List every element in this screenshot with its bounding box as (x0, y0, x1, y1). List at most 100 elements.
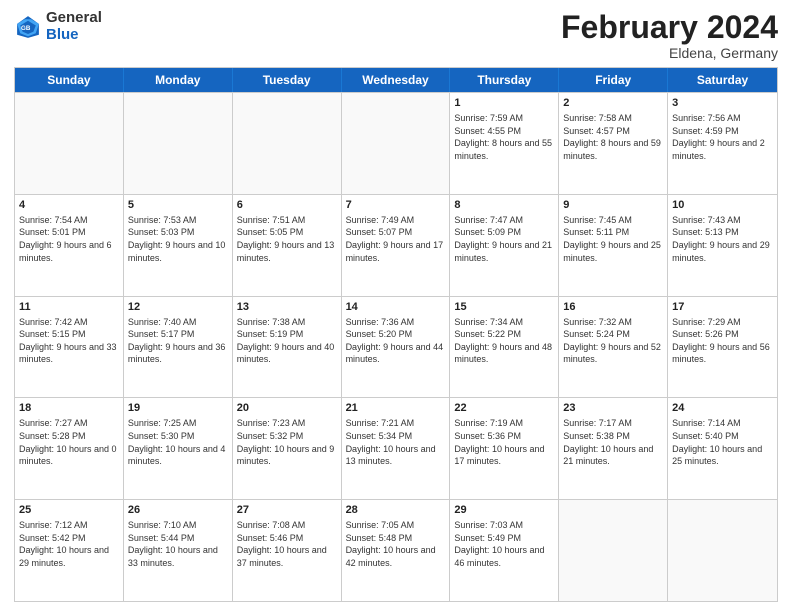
day-number: 24 (672, 401, 773, 416)
day-number: 13 (237, 300, 337, 315)
day-number: 23 (563, 401, 663, 416)
day-info: Sunrise: 7:29 AM Sunset: 5:26 PM Dayligh… (672, 316, 773, 366)
day-cell-28: 28Sunrise: 7:05 AM Sunset: 5:48 PM Dayli… (342, 500, 451, 601)
day-number: 27 (237, 503, 337, 518)
header-day-monday: Monday (124, 68, 233, 92)
day-info: Sunrise: 7:45 AM Sunset: 5:11 PM Dayligh… (563, 214, 663, 264)
day-info: Sunrise: 7:08 AM Sunset: 5:46 PM Dayligh… (237, 519, 337, 569)
day-number: 15 (454, 300, 554, 315)
day-cell-1: 1Sunrise: 7:59 AM Sunset: 4:55 PM Daylig… (450, 93, 559, 194)
day-cell-20: 20Sunrise: 7:23 AM Sunset: 5:32 PM Dayli… (233, 398, 342, 499)
day-number: 28 (346, 503, 446, 518)
header-day-tuesday: Tuesday (233, 68, 342, 92)
day-cell-7: 7Sunrise: 7:49 AM Sunset: 5:07 PM Daylig… (342, 195, 451, 296)
day-info: Sunrise: 7:27 AM Sunset: 5:28 PM Dayligh… (19, 417, 119, 467)
day-number: 3 (672, 96, 773, 111)
day-number: 17 (672, 300, 773, 315)
day-cell-17: 17Sunrise: 7:29 AM Sunset: 5:26 PM Dayli… (668, 297, 777, 398)
calendar-body: 1Sunrise: 7:59 AM Sunset: 4:55 PM Daylig… (15, 92, 777, 601)
day-cell-22: 22Sunrise: 7:19 AM Sunset: 5:36 PM Dayli… (450, 398, 559, 499)
logo-icon: GB (14, 13, 42, 41)
svg-text:GB: GB (21, 25, 31, 32)
page: GB General Blue February 2024 Eldena, Ge… (0, 0, 792, 612)
day-number: 26 (128, 503, 228, 518)
day-cell-11: 11Sunrise: 7:42 AM Sunset: 5:15 PM Dayli… (15, 297, 124, 398)
day-info: Sunrise: 7:42 AM Sunset: 5:15 PM Dayligh… (19, 316, 119, 366)
day-cell-4: 4Sunrise: 7:54 AM Sunset: 5:01 PM Daylig… (15, 195, 124, 296)
day-number: 2 (563, 96, 663, 111)
day-cell-2: 2Sunrise: 7:58 AM Sunset: 4:57 PM Daylig… (559, 93, 668, 194)
day-info: Sunrise: 7:49 AM Sunset: 5:07 PM Dayligh… (346, 214, 446, 264)
calendar: SundayMondayTuesdayWednesdayThursdayFrid… (14, 67, 778, 602)
day-info: Sunrise: 7:56 AM Sunset: 4:59 PM Dayligh… (672, 112, 773, 162)
title-location: Eldena, Germany (561, 45, 778, 61)
day-number: 6 (237, 198, 337, 213)
day-info: Sunrise: 7:10 AM Sunset: 5:44 PM Dayligh… (128, 519, 228, 569)
day-number: 25 (19, 503, 119, 518)
day-cell-23: 23Sunrise: 7:17 AM Sunset: 5:38 PM Dayli… (559, 398, 668, 499)
day-info: Sunrise: 7:17 AM Sunset: 5:38 PM Dayligh… (563, 417, 663, 467)
day-number: 9 (563, 198, 663, 213)
header-day-thursday: Thursday (450, 68, 559, 92)
empty-cell (342, 93, 451, 194)
logo-general-text: General (46, 10, 102, 27)
day-info: Sunrise: 7:36 AM Sunset: 5:20 PM Dayligh… (346, 316, 446, 366)
day-info: Sunrise: 7:47 AM Sunset: 5:09 PM Dayligh… (454, 214, 554, 264)
day-number: 18 (19, 401, 119, 416)
day-info: Sunrise: 7:51 AM Sunset: 5:05 PM Dayligh… (237, 214, 337, 264)
day-cell-3: 3Sunrise: 7:56 AM Sunset: 4:59 PM Daylig… (668, 93, 777, 194)
day-cell-26: 26Sunrise: 7:10 AM Sunset: 5:44 PM Dayli… (124, 500, 233, 601)
day-number: 29 (454, 503, 554, 518)
logo-text: General Blue (46, 10, 102, 43)
day-cell-15: 15Sunrise: 7:34 AM Sunset: 5:22 PM Dayli… (450, 297, 559, 398)
day-number: 5 (128, 198, 228, 213)
day-info: Sunrise: 7:53 AM Sunset: 5:03 PM Dayligh… (128, 214, 228, 264)
day-number: 11 (19, 300, 119, 315)
week-row-4: 18Sunrise: 7:27 AM Sunset: 5:28 PM Dayli… (15, 397, 777, 499)
day-cell-8: 8Sunrise: 7:47 AM Sunset: 5:09 PM Daylig… (450, 195, 559, 296)
day-cell-18: 18Sunrise: 7:27 AM Sunset: 5:28 PM Dayli… (15, 398, 124, 499)
week-row-5: 25Sunrise: 7:12 AM Sunset: 5:42 PM Dayli… (15, 499, 777, 601)
day-number: 16 (563, 300, 663, 315)
logo-blue-text: Blue (46, 27, 102, 44)
week-row-1: 1Sunrise: 7:59 AM Sunset: 4:55 PM Daylig… (15, 92, 777, 194)
day-info: Sunrise: 7:19 AM Sunset: 5:36 PM Dayligh… (454, 417, 554, 467)
day-cell-9: 9Sunrise: 7:45 AM Sunset: 5:11 PM Daylig… (559, 195, 668, 296)
day-cell-13: 13Sunrise: 7:38 AM Sunset: 5:19 PM Dayli… (233, 297, 342, 398)
week-row-2: 4Sunrise: 7:54 AM Sunset: 5:01 PM Daylig… (15, 194, 777, 296)
header-day-wednesday: Wednesday (342, 68, 451, 92)
day-number: 22 (454, 401, 554, 416)
day-number: 20 (237, 401, 337, 416)
day-number: 1 (454, 96, 554, 111)
day-number: 12 (128, 300, 228, 315)
day-info: Sunrise: 7:23 AM Sunset: 5:32 PM Dayligh… (237, 417, 337, 467)
day-info: Sunrise: 7:54 AM Sunset: 5:01 PM Dayligh… (19, 214, 119, 264)
empty-cell (233, 93, 342, 194)
day-cell-27: 27Sunrise: 7:08 AM Sunset: 5:46 PM Dayli… (233, 500, 342, 601)
empty-cell (124, 93, 233, 194)
day-number: 7 (346, 198, 446, 213)
day-number: 4 (19, 198, 119, 213)
day-info: Sunrise: 7:21 AM Sunset: 5:34 PM Dayligh… (346, 417, 446, 467)
day-cell-5: 5Sunrise: 7:53 AM Sunset: 5:03 PM Daylig… (124, 195, 233, 296)
day-info: Sunrise: 7:03 AM Sunset: 5:49 PM Dayligh… (454, 519, 554, 569)
week-row-3: 11Sunrise: 7:42 AM Sunset: 5:15 PM Dayli… (15, 296, 777, 398)
logo: GB General Blue (14, 10, 102, 43)
day-cell-29: 29Sunrise: 7:03 AM Sunset: 5:49 PM Dayli… (450, 500, 559, 601)
day-cell-24: 24Sunrise: 7:14 AM Sunset: 5:40 PM Dayli… (668, 398, 777, 499)
day-number: 8 (454, 198, 554, 213)
day-number: 10 (672, 198, 773, 213)
day-cell-10: 10Sunrise: 7:43 AM Sunset: 5:13 PM Dayli… (668, 195, 777, 296)
day-info: Sunrise: 7:38 AM Sunset: 5:19 PM Dayligh… (237, 316, 337, 366)
day-info: Sunrise: 7:32 AM Sunset: 5:24 PM Dayligh… (563, 316, 663, 366)
empty-cell (15, 93, 124, 194)
day-number: 14 (346, 300, 446, 315)
day-info: Sunrise: 7:14 AM Sunset: 5:40 PM Dayligh… (672, 417, 773, 467)
title-month: February 2024 (561, 10, 778, 45)
day-cell-25: 25Sunrise: 7:12 AM Sunset: 5:42 PM Dayli… (15, 500, 124, 601)
day-cell-14: 14Sunrise: 7:36 AM Sunset: 5:20 PM Dayli… (342, 297, 451, 398)
empty-cell (668, 500, 777, 601)
day-cell-19: 19Sunrise: 7:25 AM Sunset: 5:30 PM Dayli… (124, 398, 233, 499)
title-block: February 2024 Eldena, Germany (561, 10, 778, 61)
day-info: Sunrise: 7:05 AM Sunset: 5:48 PM Dayligh… (346, 519, 446, 569)
